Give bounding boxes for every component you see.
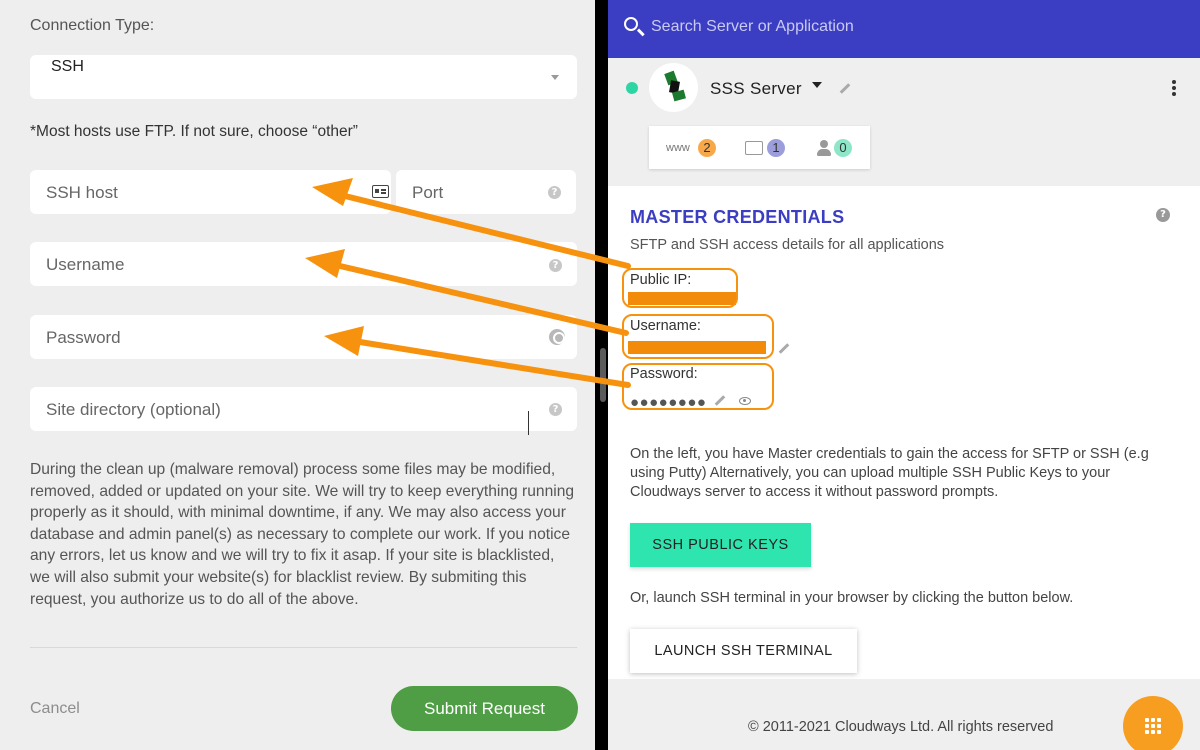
user-icon — [817, 140, 831, 156]
connection-type-select[interactable]: SSH — [30, 55, 577, 99]
port-field[interactable]: Port ? — [396, 170, 576, 214]
connection-hint: *Most hosts use FTP. If not sure, choose… — [30, 123, 358, 140]
kebab-menu-icon[interactable] — [1172, 80, 1176, 96]
annotation-highlight-public-ip — [622, 268, 738, 308]
server-panel: Search Server or Application SSS Server … — [608, 0, 1200, 750]
master-credentials-subtitle: SFTP and SSH access details for all appl… — [630, 237, 945, 253]
terminal-hint: Or, launch SSH terminal in your browser … — [630, 590, 1074, 606]
server-name[interactable]: SSS Server — [710, 79, 802, 99]
text-cursor — [528, 411, 529, 435]
help-icon[interactable]: ? — [549, 403, 562, 416]
search-input[interactable]: Search Server or Application — [651, 18, 854, 36]
files-count-badge[interactable]: 1 — [767, 139, 785, 157]
search-icon[interactable] — [624, 17, 638, 31]
disclaimer-text: During the clean up (malware removal) pr… — [30, 461, 575, 608]
chevron-down-icon — [551, 75, 559, 80]
credentials-description: On the left, you have Master credentials… — [630, 446, 1149, 500]
form-divider — [30, 647, 577, 648]
ssh-host-field[interactable]: SSH host — [30, 170, 391, 214]
server-avatar[interactable] — [649, 63, 698, 112]
ssh-access-form: Connection Type: SSH *Most hosts use FTP… — [0, 0, 595, 750]
password-field[interactable]: Password — [30, 315, 577, 359]
key-icon[interactable] — [549, 329, 565, 345]
users-count-badge[interactable]: 0 — [834, 139, 852, 157]
apps-count-badge[interactable]: 2 — [698, 139, 716, 157]
www-label: www — [666, 142, 690, 154]
connection-type-value: SSH — [51, 58, 84, 75]
site-directory-field[interactable]: Site directory (optional) ? — [30, 387, 577, 431]
ssh-host-placeholder: SSH host — [46, 183, 118, 202]
annotation-highlight-username — [622, 314, 774, 359]
chevron-down-icon[interactable] — [812, 82, 822, 88]
master-credentials-card: MASTER CREDENTIALS ? SFTP and SSH access… — [608, 186, 1200, 679]
help-icon[interactable]: ? — [1156, 208, 1170, 222]
server-stats: www 2 1 0 — [649, 126, 870, 169]
ssh-public-keys-button[interactable]: SSH PUBLIC KEYS — [630, 523, 811, 567]
submit-request-button[interactable]: Submit Request — [391, 686, 578, 731]
annotation-highlight-password — [622, 363, 774, 410]
copyright-footer: © 2011-2021 Cloudways Ltd. All rights re… — [748, 719, 1054, 735]
split-view-handle[interactable] — [600, 348, 606, 402]
username-field[interactable]: Username ? — [30, 242, 577, 286]
launch-ssh-terminal-button[interactable]: LAUNCH SSH TERMINAL — [630, 629, 857, 673]
connection-type-label: Connection Type: — [30, 17, 155, 34]
port-placeholder: Port — [412, 183, 444, 202]
password-placeholder: Password — [46, 328, 121, 347]
id-card-icon — [372, 185, 389, 198]
help-icon[interactable]: ? — [549, 259, 562, 272]
pencil-icon[interactable] — [778, 343, 790, 354]
search-bar[interactable]: Search Server or Application — [608, 0, 1200, 58]
site-directory-placeholder: Site directory (optional) — [46, 400, 221, 419]
cancel-link[interactable]: Cancel — [30, 700, 80, 718]
server-status-dot — [626, 82, 638, 94]
grid-icon[interactable] — [1123, 696, 1183, 750]
folder-icon — [745, 141, 763, 155]
help-icon[interactable]: ? — [548, 186, 561, 199]
pencil-icon[interactable] — [839, 83, 851, 94]
master-credentials-title: MASTER CREDENTIALS — [630, 207, 845, 227]
username-placeholder: Username — [46, 255, 125, 274]
